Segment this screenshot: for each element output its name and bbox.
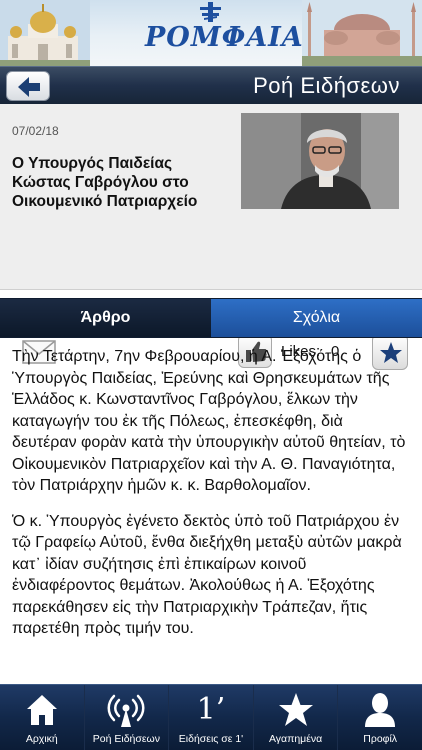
title-bar: Ροή Ειδήσεων <box>0 66 422 104</box>
tab-one-minute-news[interactable]: 1’ Ειδήσεις σε 1' <box>169 685 254 750</box>
tab-favorites-label: Αγαπημένα <box>268 733 323 745</box>
bottom-tab-bar: Αρχική Ροή Ειδήσεων 1’ Ειδήσεις σε 1' Αγ… <box>0 684 422 750</box>
tab-one-minute-news-label: Ειδήσεις σε 1' <box>178 733 244 745</box>
app-logo-text: ΡΟΜΦΑΙΑ <box>145 22 304 53</box>
tab-home[interactable]: Αρχική <box>0 685 85 750</box>
article-body: Τὴν Τετάρτην, 7ην Φεβρουαρίου, ἡ Α. Ἐξοχ… <box>0 338 422 684</box>
tab-article[interactable]: Άρθρο <box>0 299 211 337</box>
home-icon <box>26 695 57 725</box>
app-banner: ΡΟΜΦΑΙΑ <box>0 0 422 66</box>
tab-profile[interactable]: Προφίλ <box>338 685 422 750</box>
tab-comments[interactable]: Σχόλια <box>211 299 422 337</box>
article-tabs: Άρθρο Σχόλια <box>0 298 422 338</box>
tab-news-feed-label: Ροή Ειδήσεων <box>92 733 160 745</box>
one-minute-icon: 1’ <box>196 692 226 727</box>
article-paragraph: Τὴν Τετάρτην, 7ην Φεβρουαρίου, ἡ Α. Ἐξοχ… <box>12 348 406 494</box>
cathedral-left-image <box>0 0 90 66</box>
hagia-sophia-image <box>302 0 422 66</box>
broadcast-antenna-icon <box>107 694 145 727</box>
article-paragraph: Ὁ κ. Ὑπουργὸς ἐγένετο δεκτὸς ὑπὸ τοῦ Πατ… <box>12 512 402 638</box>
tab-news-feed[interactable]: Ροή Ειδήσεων <box>85 685 170 750</box>
star-icon <box>278 693 313 726</box>
tab-profile-label: Προφίλ <box>363 733 398 745</box>
user-icon <box>365 693 396 727</box>
article-photo <box>241 113 399 209</box>
arrow-left-icon <box>18 77 40 97</box>
tab-home-label: Αρχική <box>25 733 58 745</box>
article-headline: Ο Υπουργός Παιδείας Κώστας Γαβρόγλου στο… <box>12 155 198 210</box>
tab-favorites[interactable]: Αγαπημένα <box>254 685 339 750</box>
back-button[interactable] <box>6 71 50 101</box>
article-date: 07/02/18 <box>12 124 59 138</box>
page-title: Ροή Ειδήσεων <box>253 73 400 98</box>
article-header-card: 07/02/18 Ο Υπουργός Παιδείας Κώστας Γαβρ… <box>0 104 422 370</box>
